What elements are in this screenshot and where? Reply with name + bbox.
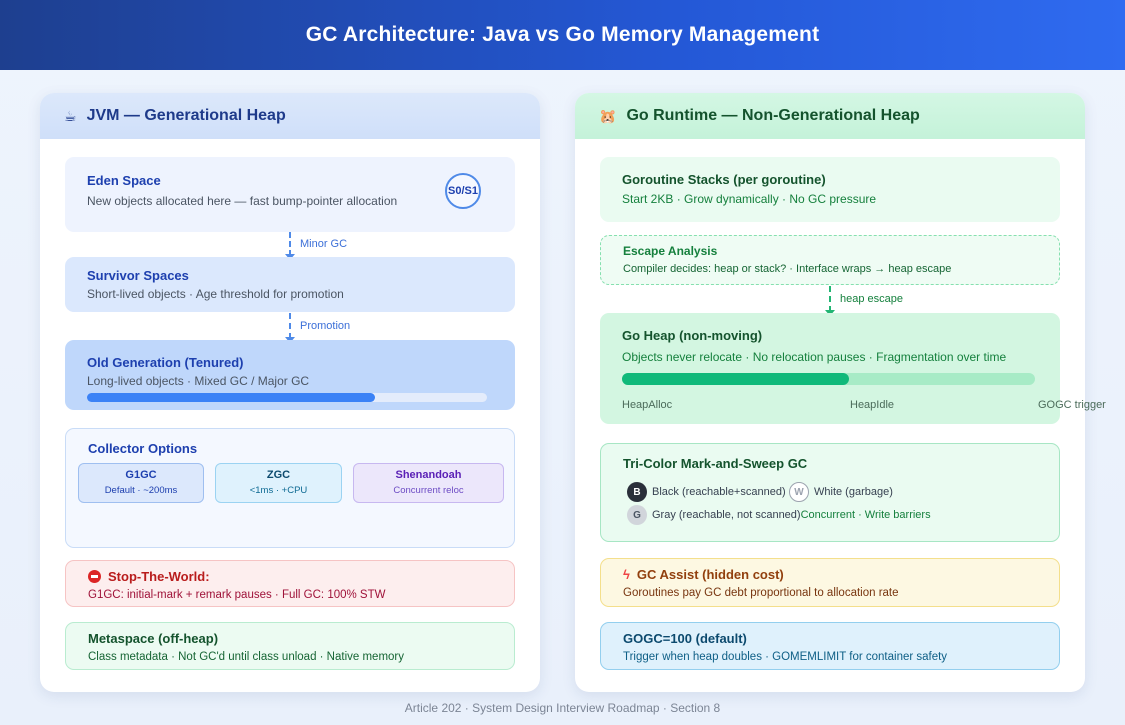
old-gen-usage-bar xyxy=(87,393,487,402)
tricolor-title: Tri-Color Mark-and-Sweep GC xyxy=(623,456,808,471)
go-heap-desc: Objects never relocate · No relocation p… xyxy=(622,350,1007,364)
old-gen-desc: Long-lived objects · Mixed GC / Major GC xyxy=(87,374,310,388)
collector-name: Shenandoah xyxy=(395,469,462,481)
collector-chip-shenandoah: Shenandoah Concurrent reloc xyxy=(353,463,504,503)
black-dot-icon: B xyxy=(627,482,647,502)
metaspace-title: Metaspace (off-heap) xyxy=(88,631,219,646)
gc-assist-box: ϟ GC Assist (hidden cost) Goroutines pay … xyxy=(600,558,1060,607)
assist-desc: Goroutines pay GC debt proportional to a… xyxy=(623,587,899,599)
legend-white: W White (garbage) xyxy=(789,482,893,502)
go-panel-title: Go Runtime — Non-Generational Heap xyxy=(626,107,920,124)
heap-usage-fill xyxy=(622,373,850,385)
stacks-desc: Start 2KB · Grow dynamically · No GC pre… xyxy=(622,192,877,206)
legend-white-label: White (garbage) xyxy=(814,485,893,498)
go-panel-header: 🐹 Go Runtime — Non-Generational Heap xyxy=(575,93,1085,139)
page-footer: Article 202 · System Design Interview Ro… xyxy=(404,701,721,715)
heap-escape-arrow xyxy=(825,286,835,316)
white-dot-icon: W xyxy=(789,482,809,502)
promotion-label: Promotion xyxy=(300,320,351,332)
escape-title: Escape Analysis xyxy=(623,244,718,258)
survivor-spaces-box: Survivor Spaces Short-lived objects · Ag… xyxy=(65,257,515,312)
page-title: GC Architecture: Java vs Go Memory Manag… xyxy=(305,23,820,46)
collector-chip-g1gc: G1GC Default · ~200ms xyxy=(78,463,204,503)
concurrent-note: Concurrent · Write barriers xyxy=(800,508,931,521)
old-generation-box: Old Generation (Tenured) Long-lived obje… xyxy=(65,340,515,410)
tricolor-gc-box: Tri-Color Mark-and-Sweep GC B Black (reac… xyxy=(600,443,1060,542)
no-entry-icon xyxy=(88,570,101,583)
eden-desc: New objects allocated here — fast bump-p… xyxy=(87,194,398,208)
metaspace-box: Metaspace (off-heap) Class metadata · No… xyxy=(65,622,515,670)
stw-desc: G1GC: initial-mark + remark pauses · Ful… xyxy=(88,589,386,601)
escape-desc: Compiler decides: heap or stack? · Inter… xyxy=(623,263,952,275)
collector-desc: Concurrent reloc xyxy=(393,485,464,496)
assist-title: GC Assist (hidden cost) xyxy=(636,567,784,582)
promotion-arrow xyxy=(285,313,295,343)
heap-alloc-label: HeapAlloc xyxy=(622,399,673,411)
goroutine-stacks-box: Goroutine Stacks (per goroutine) Start 2… xyxy=(600,157,1060,222)
stop-the-world-box: Stop-The-World: G1GC: initial-mark + rem… xyxy=(65,560,515,607)
collector-chip-zgc: ZGC <1ms · +CPU xyxy=(215,463,342,503)
gopher-icon: 🐹 xyxy=(599,107,617,124)
gogc-desc: Trigger when heap doubles · GOMEMLIMIT f… xyxy=(623,651,948,663)
collector-desc: <1ms · +CPU xyxy=(249,485,308,496)
minor-gc-arrow xyxy=(285,232,295,260)
jvm-panel-title: JVM — Generational Heap xyxy=(86,107,286,124)
minor-gc-label: Minor GC xyxy=(300,238,348,250)
survivor-title: Survivor Spaces xyxy=(87,268,189,283)
gogc-box: GOGC=100 (default) Trigger when heap dou… xyxy=(600,622,1060,670)
stw-title: Stop-The-World: xyxy=(108,569,210,584)
collector-name: G1GC xyxy=(125,469,157,481)
legend-black-label: Black (reachable+scanned) xyxy=(652,485,786,498)
coffee-icon: ☕ xyxy=(64,107,77,124)
collector-options-box: Collector Options G1GC Default · ~200ms … xyxy=(65,428,515,548)
stacks-title: Goroutine Stacks (per goroutine) xyxy=(622,172,826,187)
gogc-trigger-label: GOGC trigger xyxy=(1038,399,1106,411)
collector-name: ZGC xyxy=(266,469,291,481)
heap-idle-label: HeapIdle xyxy=(850,399,895,411)
old-gen-usage-fill xyxy=(87,393,375,402)
collector-title: Collector Options xyxy=(88,441,198,456)
heap-escape-label: heap escape xyxy=(840,293,903,305)
survivor-desc: Short-lived objects · Age threshold for … xyxy=(87,287,344,301)
heap-usage-bar xyxy=(622,373,1035,385)
legend-gray-label: Gray (reachable, not scanned) xyxy=(652,508,801,521)
gray-dot-icon: G xyxy=(627,505,647,525)
jvm-panel-header: ☕ JVM — Generational Heap xyxy=(40,93,540,139)
old-gen-title: Old Generation (Tenured) xyxy=(87,355,244,370)
go-heap-title: Go Heap (non-moving) xyxy=(622,328,763,343)
go-heap-box: Go Heap (non-moving) Objects never reloc… xyxy=(600,313,1106,424)
survivor-badge: S0/S1 xyxy=(445,173,481,209)
collector-desc: Default · ~200ms xyxy=(104,485,178,496)
lightning-icon: ϟ xyxy=(623,567,630,582)
metaspace-desc: Class metadata · Not GC'd until class un… xyxy=(88,651,405,663)
gogc-title: GOGC=100 (default) xyxy=(623,631,747,646)
eden-title: Eden Space xyxy=(87,173,161,188)
escape-analysis-box: Escape Analysis Compiler decides: heap o… xyxy=(600,235,1060,285)
eden-space-box: Eden Space New objects allocated here — … xyxy=(65,157,515,232)
page-header: GC Architecture: Java vs Go Memory Manag… xyxy=(0,0,1125,70)
legend-black: B Black (reachable+scanned) xyxy=(627,482,786,502)
legend-gray: G Gray (reachable, not scanned)Concurrent… xyxy=(627,505,931,525)
